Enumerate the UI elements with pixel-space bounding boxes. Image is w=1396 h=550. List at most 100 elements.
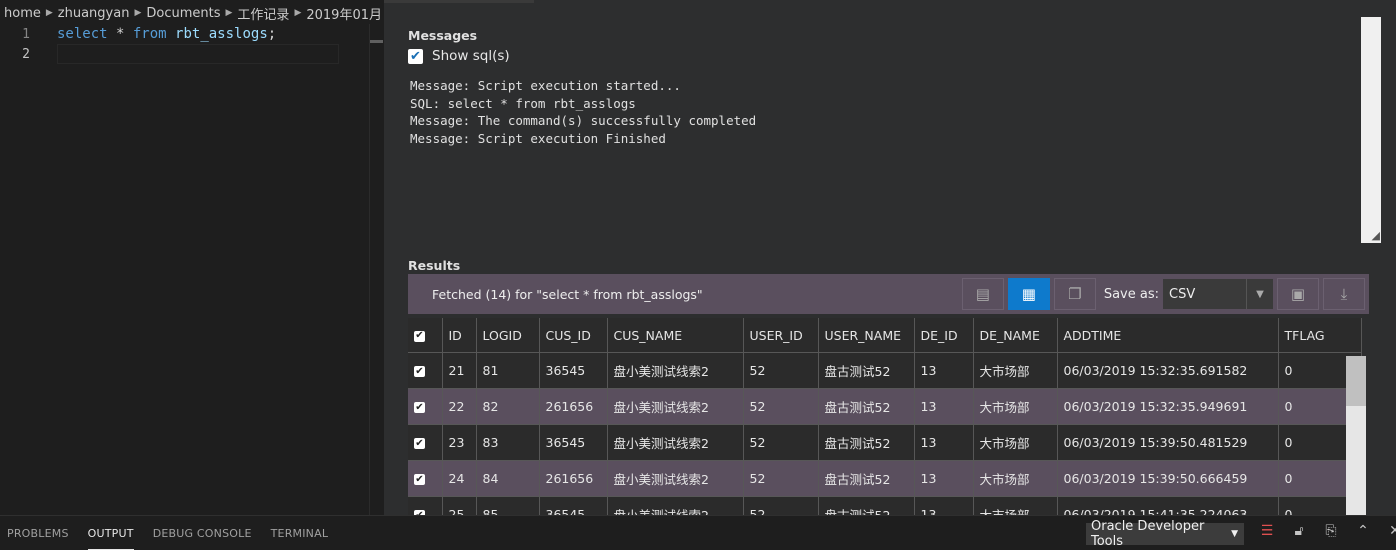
grid-scrollbar-thumb[interactable]: [1346, 356, 1366, 406]
breadcrumb-item[interactable]: 工作记录: [237, 4, 289, 23]
messages-title: Messages: [408, 28, 478, 43]
clear-list-icon[interactable]: ☰: [1258, 523, 1276, 539]
chevron-up-icon[interactable]: ⌃: [1354, 523, 1372, 539]
code-token: *: [107, 26, 133, 42]
check-icon[interactable]: ✔: [414, 438, 425, 449]
tab-terminal[interactable]: TERMINAL: [271, 516, 329, 550]
row-checkbox[interactable]: ✔: [408, 352, 443, 389]
check-icon[interactable]: ✔: [414, 402, 425, 413]
code-line[interactable]: 2: [0, 44, 370, 64]
table-cell: 06/03/2019 15:41:35.224063: [1057, 496, 1279, 515]
table-cell: 盘小美测试线索2: [607, 460, 744, 497]
breadcrumb-item[interactable]: zhuangyan: [58, 6, 130, 21]
table-cell: 13: [914, 496, 974, 515]
tab-problems[interactable]: PROBLEMS: [7, 516, 69, 550]
results-toolbar: Fetched (14) for "select * from rbt_assl…: [408, 274, 1369, 314]
save-format-select[interactable]: CSV ▼: [1163, 279, 1273, 309]
column-header-cus-id[interactable]: CUS_ID: [539, 318, 608, 353]
results-container: Fetched (14) for "select * from rbt_assl…: [408, 274, 1369, 515]
download-button[interactable]: ⤓: [1323, 278, 1365, 310]
column-header-addtime[interactable]: ADDTIME: [1057, 318, 1279, 353]
chevron-down-icon: ▼: [1246, 279, 1273, 309]
save-icon: ▣: [1290, 285, 1306, 303]
chevron-right-icon: ▶: [45, 8, 53, 18]
row-checkbox[interactable]: ✔: [408, 496, 443, 515]
code-line[interactable]: 1 select * from rbt_asslogs;: [0, 24, 370, 44]
show-sql-toggle[interactable]: ✔ Show sql(s): [408, 48, 510, 64]
table-cell: 36545: [539, 496, 608, 515]
check-icon[interactable]: ✔: [414, 474, 425, 485]
row-checkbox[interactable]: ✔: [408, 388, 443, 425]
tab-debug-console[interactable]: DEBUG CONSOLE: [153, 516, 252, 550]
column-header-id[interactable]: ID: [442, 318, 477, 353]
column-header-de-name[interactable]: DE_NAME: [973, 318, 1058, 353]
copy-button[interactable]: ❐: [1053, 278, 1096, 310]
table-row[interactable]: ✔ 22 82 261656 盘小美测试线索2 52 盘古测试52 13 大市场部 06/03/2…: [408, 388, 1362, 425]
table-cell: 52: [743, 496, 819, 515]
resize-grip-icon[interactable]: ◢: [1368, 230, 1380, 242]
chevron-right-icon: ▶: [225, 8, 233, 18]
table-cell: 82: [476, 388, 540, 425]
chevron-right-icon: ▶: [134, 8, 142, 18]
table-cell: 24: [442, 460, 477, 497]
table-cell: 21: [442, 352, 477, 389]
table-cell: 52: [743, 388, 819, 425]
table-cell: 52: [743, 352, 819, 389]
editor-scrollbar[interactable]: [369, 24, 384, 515]
table-icon: ▦: [1021, 285, 1036, 303]
column-header-cus-name[interactable]: CUS_NAME: [607, 318, 744, 353]
grid-view-button[interactable]: ▦: [1007, 278, 1050, 310]
row-checkbox[interactable]: ✔: [408, 424, 443, 461]
check-icon[interactable]: ✔: [408, 48, 423, 64]
check-icon[interactable]: ✔: [414, 366, 425, 377]
table-cell: 13: [914, 424, 974, 461]
table-cell: 85: [476, 496, 540, 515]
grid-scrollbar[interactable]: [1346, 356, 1366, 515]
column-header-tflag[interactable]: TFLAG: [1278, 318, 1362, 353]
table-cell: 84: [476, 460, 540, 497]
table-cell: 盘古测试52: [818, 352, 915, 389]
breadcrumb-item[interactable]: home: [4, 6, 41, 21]
results-panel: Messages ✔ Show sql(s) Message: Script e…: [384, 0, 1396, 515]
code-token: select: [57, 26, 108, 42]
code-token: from: [132, 26, 167, 42]
lock-icon[interactable]: 🔓︎: [1290, 523, 1308, 539]
output-channel-select[interactable]: Oracle Developer Tools ▼: [1086, 519, 1244, 549]
column-header-de-id[interactable]: DE_ID: [914, 318, 974, 353]
current-line-highlight: [57, 44, 339, 64]
open-file-icon[interactable]: ⎘: [1322, 523, 1340, 539]
table-cell: 52: [743, 460, 819, 497]
table-cell: 83: [476, 424, 540, 461]
table-row[interactable]: ✔258536545盘小美测试线索252盘古测试5213大市场部06/03/20…: [408, 496, 1362, 515]
table-row[interactable]: ✔ 23 83 36545 盘小美测试线索2 52 盘古测试52 13 大市场部 06/03/20…: [408, 424, 1362, 461]
table-cell: 25: [442, 496, 477, 515]
save-as-label: Save as:: [1103, 286, 1159, 302]
breadcrumb-item[interactable]: 2019年01月: [306, 4, 382, 23]
table-cell: 大市场部: [973, 496, 1058, 515]
column-header-user-id[interactable]: USER_ID: [743, 318, 819, 353]
table-cell: 06/03/2019 15:32:35.691582: [1057, 352, 1279, 389]
export-pdf-button[interactable]: ▤: [961, 278, 1004, 310]
table-row[interactable]: ✔ 24 84 261656 盘小美测试线索2 52 盘古测试52 13 大市场部 06/03/2…: [408, 460, 1362, 497]
close-icon[interactable]: ✕: [1386, 523, 1396, 539]
fetched-summary: Fetched (14) for "select * from rbt_assl…: [432, 286, 703, 302]
column-header-logid[interactable]: LOGID: [476, 318, 540, 353]
table-cell: 36545: [539, 352, 608, 389]
breadcrumb-item[interactable]: Documents: [146, 6, 220, 21]
select-all-checkbox[interactable]: ✔: [408, 318, 443, 353]
log-line: Message: The command(s) successfully com…: [410, 113, 757, 128]
tab-output[interactable]: OUTPUT: [87, 516, 134, 550]
code-token: rbt_asslogs: [175, 26, 268, 42]
save-button[interactable]: ▣: [1277, 278, 1319, 310]
table-cell: 13: [914, 388, 974, 425]
code-area[interactable]: 1 select * from rbt_asslogs; 2: [0, 24, 370, 64]
line-number: 2: [22, 46, 30, 62]
row-checkbox[interactable]: ✔: [408, 460, 443, 497]
pdf-icon: ▤: [975, 285, 990, 303]
column-header-user-name[interactable]: USER_NAME: [818, 318, 915, 353]
messages-scrollbar[interactable]: ◢: [1361, 17, 1381, 243]
table-row[interactable]: ✔ 21 81 36545 盘小美测试线索2 52 盘古测试52 13 大市场部 06/03/20…: [408, 352, 1362, 389]
check-icon[interactable]: ✔: [414, 330, 425, 342]
table-cell: 盘小美测试线索2: [607, 352, 744, 389]
table-cell: 261656: [539, 388, 608, 425]
